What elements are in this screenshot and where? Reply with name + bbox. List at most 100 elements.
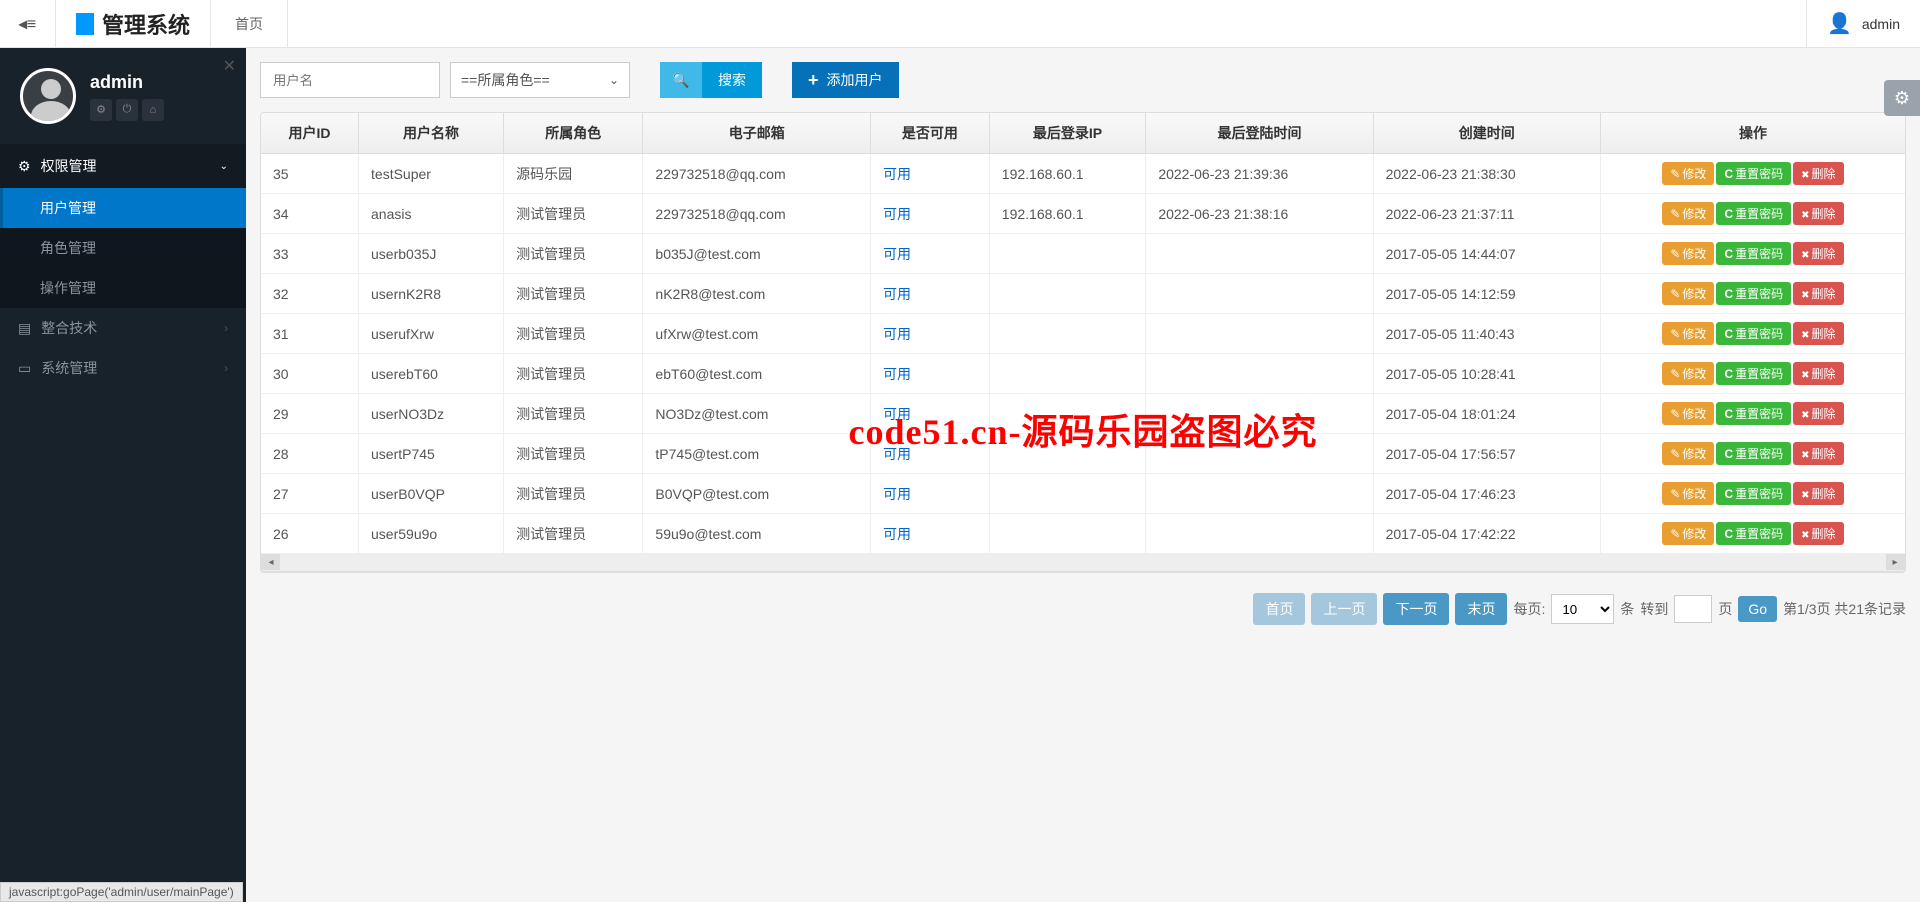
nav-home[interactable]: 首页 <box>211 0 288 48</box>
delete-button[interactable]: 删除 <box>1793 202 1843 225</box>
edit-button[interactable]: 修改 <box>1662 362 1714 385</box>
table-row: 32usernK2R8测试管理员nK2R8@test.com可用2017-05-… <box>261 274 1905 314</box>
x-icon <box>1801 247 1809 261</box>
gear-icon[interactable]: ⚙ <box>90 99 112 121</box>
status-link[interactable]: 可用 <box>883 246 911 262</box>
settings-drawer-toggle[interactable]: ⚙ <box>1884 80 1920 116</box>
delete-button[interactable]: 删除 <box>1793 482 1843 505</box>
status-link[interactable]: 可用 <box>883 366 911 382</box>
submenu-operation-mgmt[interactable]: 操作管理 <box>0 268 246 308</box>
status-link[interactable]: 可用 <box>883 486 911 502</box>
refresh-icon <box>1724 447 1733 461</box>
table-row: 35testSuper源码乐园229732518@qq.com可用192.168… <box>261 154 1905 194</box>
x-icon <box>1801 447 1809 461</box>
column-header: 最后登陆时间 <box>1146 113 1373 154</box>
status-link[interactable]: 可用 <box>883 526 911 542</box>
browser-statusbar: javascript:goPage('admin/user/mainPage') <box>0 882 243 902</box>
table-row: 27userB0VQP测试管理员B0VQP@test.com可用2017-05-… <box>261 474 1905 514</box>
edit-button[interactable]: 修改 <box>1662 442 1714 465</box>
delete-button[interactable]: 删除 <box>1793 402 1843 425</box>
column-header: 电子邮箱 <box>643 113 871 154</box>
reset-password-button[interactable]: 重置密码 <box>1716 282 1791 305</box>
edit-button[interactable]: 修改 <box>1662 402 1714 425</box>
per-page-select[interactable]: 10 <box>1551 594 1614 624</box>
delete-button[interactable]: 删除 <box>1793 282 1843 305</box>
column-header: 创建时间 <box>1373 113 1600 154</box>
status-link[interactable]: 可用 <box>883 286 911 302</box>
reset-password-button[interactable]: 重置密码 <box>1716 522 1791 545</box>
refresh-icon <box>1724 167 1733 181</box>
page-first[interactable]: 首页 <box>1253 593 1305 625</box>
x-icon <box>1801 327 1809 341</box>
reset-password-button[interactable]: 重置密码 <box>1716 202 1791 225</box>
status-link[interactable]: 可用 <box>883 166 911 182</box>
refresh-icon <box>1724 207 1733 221</box>
power-icon[interactable]: ⏻ <box>116 99 138 121</box>
x-icon <box>1801 167 1809 181</box>
edit-button[interactable]: 修改 <box>1662 282 1714 305</box>
scroll-left-icon[interactable]: ◂ <box>262 554 280 570</box>
delete-button[interactable]: 删除 <box>1793 522 1843 545</box>
goto-page-input[interactable] <box>1674 595 1712 623</box>
topbar: ◂≡ 管理系统 首页 👤 admin <box>0 0 1920 48</box>
submenu-user-mgmt[interactable]: 用户管理 <box>0 188 246 228</box>
page-last[interactable]: 末页 <box>1455 593 1507 625</box>
edit-button[interactable]: 修改 <box>1662 242 1714 265</box>
search-icon-button[interactable] <box>660 62 702 98</box>
menu-system[interactable]: 系统管理 › <box>0 348 246 388</box>
submenu-role-mgmt[interactable]: 角色管理 <box>0 228 246 268</box>
reset-password-button[interactable]: 重置密码 <box>1716 402 1791 425</box>
edit-button[interactable]: 修改 <box>1662 162 1714 185</box>
column-header: 用户ID <box>261 113 359 154</box>
refresh-icon <box>1724 407 1733 421</box>
sidebar-toggle[interactable]: ◂≡ <box>0 0 56 48</box>
delete-button[interactable]: 删除 <box>1793 162 1843 185</box>
table-row: 26user59u9o测试管理员59u9o@test.com可用2017-05-… <box>261 514 1905 554</box>
sidebar-close-icon[interactable]: ✕ <box>223 56 236 76</box>
add-user-button[interactable]: + 添加用户 <box>792 62 899 98</box>
edit-button[interactable]: 修改 <box>1662 482 1714 505</box>
page-next[interactable]: 下一页 <box>1383 593 1449 625</box>
delete-button[interactable]: 删除 <box>1793 322 1843 345</box>
bars-icon <box>18 320 31 337</box>
username-input[interactable] <box>260 62 440 98</box>
status-link[interactable]: 可用 <box>883 326 911 342</box>
edit-button[interactable]: 修改 <box>1662 522 1714 545</box>
reset-password-button[interactable]: 重置密码 <box>1716 322 1791 345</box>
status-link[interactable]: 可用 <box>883 406 911 422</box>
horizontal-scrollbar[interactable]: ◂ ▸ <box>261 554 1905 572</box>
x-icon <box>1801 367 1809 381</box>
edit-button[interactable]: 修改 <box>1662 202 1714 225</box>
user-menu[interactable]: 👤 admin <box>1806 0 1920 48</box>
topbar-username: admin <box>1862 16 1900 32</box>
reset-password-button[interactable]: 重置密码 <box>1716 162 1791 185</box>
scroll-right-icon[interactable]: ▸ <box>1886 554 1904 570</box>
delete-button[interactable]: 删除 <box>1793 362 1843 385</box>
table-row: 28usertP745测试管理员tP745@test.com可用2017-05-… <box>261 434 1905 474</box>
cogs-icon: ⚙ <box>1894 88 1910 109</box>
status-link[interactable]: 可用 <box>883 446 911 462</box>
pagination: 首页 上一页 下一页 末页 每页: 10 条 转到 页 Go 第1/3页 共21… <box>260 593 1906 625</box>
brand: 管理系统 <box>56 0 211 48</box>
reset-password-button[interactable]: 重置密码 <box>1716 242 1791 265</box>
refresh-icon <box>1724 527 1733 541</box>
pencil-icon <box>1670 167 1680 181</box>
menu-integration[interactable]: 整合技术 › <box>0 308 246 348</box>
delete-button[interactable]: 删除 <box>1793 442 1843 465</box>
role-select[interactable]: ==所属角色== ⌄ <box>450 62 630 98</box>
table-row: 29userNO3Dz测试管理员NO3Dz@test.com可用2017-05-… <box>261 394 1905 434</box>
delete-button[interactable]: 删除 <box>1793 242 1843 265</box>
home-icon[interactable]: ⌂ <box>142 99 164 121</box>
plus-icon: + <box>808 70 819 91</box>
menu-permissions[interactable]: 权限管理 ⌄ <box>0 144 246 188</box>
reset-password-button[interactable]: 重置密码 <box>1716 362 1791 385</box>
reset-password-button[interactable]: 重置密码 <box>1716 482 1791 505</box>
nav-menu: 权限管理 ⌄ 用户管理 角色管理 操作管理 整合技术 › 系统管理 › <box>0 144 246 388</box>
search-button[interactable]: 搜索 <box>702 62 762 98</box>
status-link[interactable]: 可用 <box>883 206 911 222</box>
x-icon <box>1801 527 1809 541</box>
edit-button[interactable]: 修改 <box>1662 322 1714 345</box>
go-button[interactable]: Go <box>1738 596 1777 622</box>
reset-password-button[interactable]: 重置密码 <box>1716 442 1791 465</box>
page-prev[interactable]: 上一页 <box>1311 593 1377 625</box>
